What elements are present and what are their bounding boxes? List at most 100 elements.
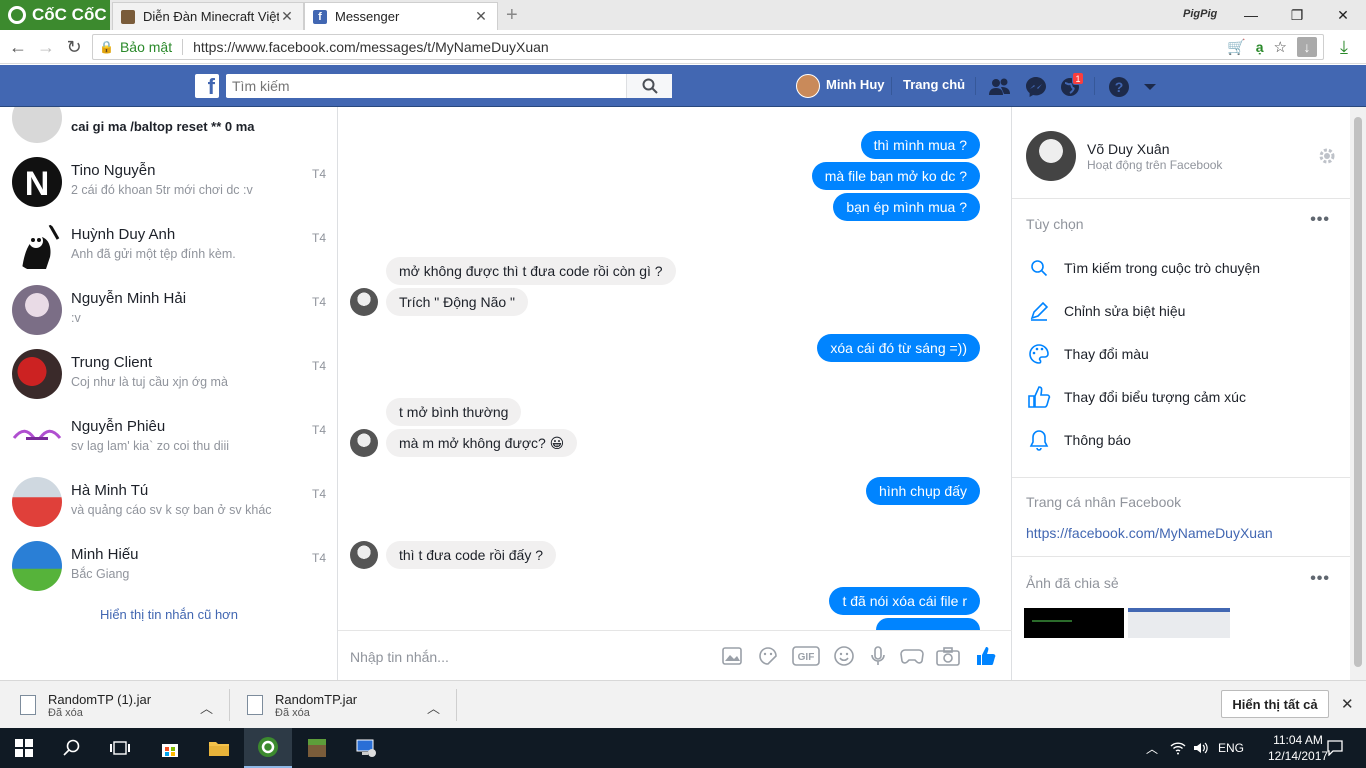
show-older-messages-link[interactable]: Hiển thị tin nhắn cũ hơn	[0, 607, 337, 622]
search-button[interactable]	[626, 74, 672, 98]
emoji-icon[interactable]	[832, 644, 856, 668]
account-menu-chevron-icon[interactable]	[1138, 75, 1162, 99]
store-icon[interactable]	[146, 728, 194, 768]
microphone-icon[interactable]	[866, 644, 890, 668]
option-search-conversation[interactable]: Tìm kiếm trong cuộc trò chuyện	[1026, 253, 1326, 283]
option-edit-nickname[interactable]: Chỉnh sửa biệt hiệu	[1026, 296, 1326, 326]
list-item[interactable]: Hà Minh Tú và quảng cáo sv k sợ ban ở sv…	[0, 469, 337, 533]
shared-photos-title: Ảnh đã chia sẻ	[1026, 575, 1119, 591]
palette-icon	[1026, 341, 1052, 367]
close-tab-icon[interactable]: ✕	[279, 8, 295, 25]
help-icon[interactable]: ?	[1107, 75, 1131, 99]
conversation-name: Minh Hiếu	[71, 546, 139, 563]
url-field[interactable]: 🔒 Bảo mật https://www.facebook.com/messa…	[92, 34, 1324, 60]
user-avatar[interactable]	[796, 74, 820, 98]
tray-chevron-icon[interactable]: ︿	[1142, 728, 1162, 768]
conversation-name: Nguyễn Phiêu	[71, 418, 166, 435]
contact-name[interactable]: Võ Duy Xuân	[1087, 141, 1170, 157]
more-options-icon[interactable]: •••	[1310, 211, 1330, 229]
translate-icon[interactable]: ạ	[1256, 39, 1264, 55]
coccoc-logo[interactable]: CốC CốC	[0, 0, 110, 30]
bell-icon	[1026, 427, 1052, 453]
input-language[interactable]: ENG	[1214, 728, 1248, 768]
address-bar-row: ← → ↻ 🔒 Bảo mật https://www.facebook.com…	[0, 30, 1366, 64]
maximize-icon[interactable]: ❐	[1274, 0, 1320, 30]
list-item[interactable]: cai gi ma /baltop reset ** 0 ma	[0, 107, 337, 149]
tab-messenger[interactable]: f Messenger ✕	[304, 2, 498, 30]
options-title: Tùy chọn	[1026, 216, 1084, 232]
wifi-icon[interactable]	[1166, 728, 1190, 768]
conversation-snippet: sv lag lam' kia` zo coi thu diii	[71, 439, 230, 453]
show-all-downloads-button[interactable]: Hiển thị tất cả	[1221, 690, 1329, 718]
camera-icon[interactable]	[936, 644, 960, 668]
gif-icon[interactable]: GIF	[792, 644, 820, 668]
new-tab-icon[interactable]: +	[506, 4, 518, 27]
page-scrollbar[interactable]	[1350, 107, 1366, 680]
tab-minecraft-forum[interactable]: Diễn Đàn Minecraft Việt N ✕	[112, 2, 304, 30]
download-name: RandomTP.jar	[275, 691, 358, 707]
remote-desktop-icon[interactable]	[342, 728, 390, 768]
shared-photo-thumbnail[interactable]	[1128, 608, 1230, 638]
windows-start-icon[interactable]	[0, 728, 48, 768]
gear-icon[interactable]	[1318, 147, 1336, 168]
chevron-up-icon[interactable]: ︿	[200, 698, 213, 717]
task-view-icon[interactable]	[96, 728, 144, 768]
profile-name[interactable]: PigPig	[1183, 8, 1217, 20]
reload-icon[interactable]: ↻	[62, 35, 86, 59]
file-icon	[247, 695, 263, 715]
message-input[interactable]: Nhập tin nhắn...	[350, 649, 449, 665]
action-center-icon[interactable]	[1320, 728, 1350, 768]
coccoc-browser-icon[interactable]	[244, 728, 292, 768]
list-item[interactable]: Nguyễn Phiêu sv lag lam' kia` zo coi thu…	[0, 405, 337, 469]
profile-link[interactable]: https://facebook.com/MyNameDuyXuan	[1026, 525, 1273, 541]
minecraft-icon[interactable]	[293, 728, 341, 768]
close-downloads-icon[interactable]: ✕	[1341, 695, 1354, 713]
list-item[interactable]: Minh Hiếu Bắc Giang T4	[0, 533, 337, 597]
facebook-logo-icon[interactable]: f	[195, 74, 219, 98]
back-icon[interactable]: ←	[6, 35, 30, 59]
more-shared-icon[interactable]: •••	[1310, 570, 1330, 588]
home-link[interactable]: Trang chủ	[903, 77, 965, 92]
shared-photo-thumbnail[interactable]	[1024, 608, 1124, 638]
volume-icon[interactable]	[1190, 728, 1212, 768]
list-item[interactable]: Trung Client Coj như là tuj cầu xjn ớg m…	[0, 341, 337, 405]
image-icon[interactable]	[720, 644, 744, 668]
close-window-icon[interactable]: ✕	[1320, 0, 1366, 30]
search-input[interactable]	[226, 75, 626, 97]
profile-link[interactable]: Minh Huy	[826, 77, 885, 92]
system-clock[interactable]: 11:04 AM 12/14/2017	[1268, 732, 1328, 764]
option-notifications[interactable]: Thông báo	[1026, 425, 1326, 455]
conversation-snippet: 2 cái đó khoan 5tr mới chơi dc :v	[71, 183, 253, 197]
list-item[interactable]: N Tino Nguyễn 2 cái đó khoan 5tr mới chơ…	[0, 149, 337, 213]
facebook-top-bar: f Minh Huy Trang chủ 1 ?	[0, 65, 1366, 107]
contact-avatar[interactable]	[1026, 131, 1076, 181]
option-change-emoji[interactable]: Thay đổi biểu tượng cảm xúc	[1026, 382, 1326, 412]
sticker-icon[interactable]	[756, 644, 780, 668]
save-video-icon[interactable]: ↓	[1297, 37, 1317, 57]
game-controller-icon[interactable]	[900, 644, 924, 668]
close-tab-icon[interactable]: ✕	[473, 8, 489, 25]
downloads-icon[interactable]: ⤓	[1332, 35, 1356, 59]
messenger-icon[interactable]	[1024, 75, 1048, 99]
message-composer: Nhập tin nhắn... GIF	[338, 630, 1012, 680]
thumbs-up-icon	[1026, 384, 1052, 410]
conversation-time: T4	[311, 423, 326, 437]
divider	[975, 77, 976, 95]
star-icon[interactable]: ☆	[1274, 38, 1287, 56]
cart-icon[interactable]: 🛒	[1227, 38, 1246, 56]
list-item[interactable]: Huỳnh Duy Anh Anh đã gửi một tệp đính kè…	[0, 213, 337, 277]
minimize-icon[interactable]: —	[1228, 0, 1274, 30]
notifications-globe-icon[interactable]: 1	[1058, 72, 1084, 99]
friend-requests-icon[interactable]	[988, 75, 1012, 99]
forward-icon[interactable]: →	[34, 35, 58, 59]
download-item[interactable]: RandomTP.jar Đã xóa	[247, 689, 357, 721]
chevron-up-icon[interactable]: ︿	[427, 698, 440, 717]
scrollbar-thumb[interactable]	[1354, 117, 1362, 667]
search-icon[interactable]	[48, 728, 96, 768]
like-send-icon[interactable]	[974, 644, 998, 668]
download-item[interactable]: RandomTP (1).jar Đã xóa	[20, 689, 151, 721]
sender-avatar	[350, 541, 378, 569]
option-change-color[interactable]: Thay đổi màu	[1026, 339, 1326, 369]
file-explorer-icon[interactable]	[195, 728, 243, 768]
list-item[interactable]: Nguyễn Minh Hải :v T4	[0, 277, 337, 341]
